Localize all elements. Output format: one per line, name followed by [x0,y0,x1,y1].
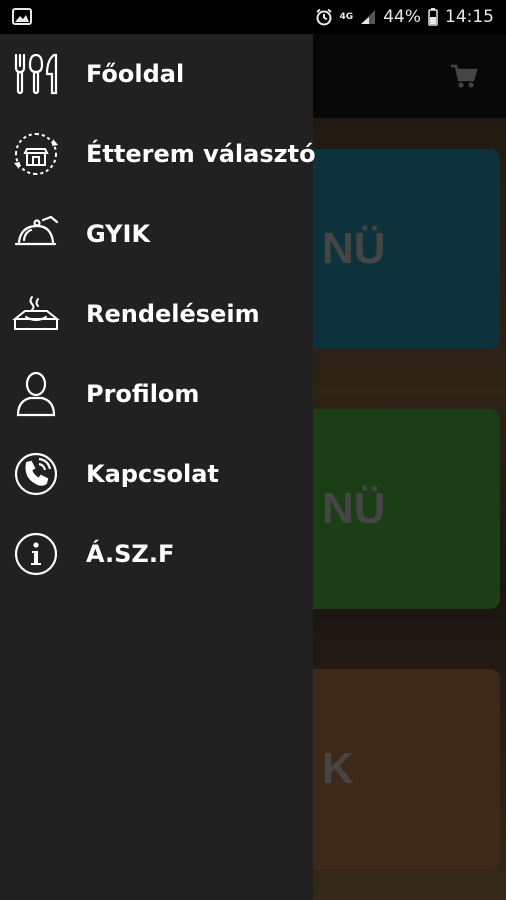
drawer-item-restaurant-select[interactable]: Étterem választó [0,114,316,194]
drawer-item-label: GYIK [86,220,151,248]
drawer-item-terms[interactable]: Á.SZ.F [0,514,313,594]
user-icon [12,370,60,418]
drawer-item-orders[interactable]: Rendeléseim [0,274,313,354]
drawer-item-label: Á.SZ.F [86,540,175,568]
clock: 14:15 [445,7,494,27]
network-type: 4G [339,11,354,22]
restaurant-select-icon [12,130,60,178]
drawer-item-label: Étterem választó [86,140,316,168]
navigation-drawer: Főoldal Étterem választó GYIK Rendelései… [0,34,316,900]
status-bar: 4G 44% 14:15 [0,0,506,34]
battery-icon [428,8,438,26]
drawer-item-faq[interactable]: GYIK [0,194,313,274]
alarm-icon [315,8,333,26]
drawer-item-label: Rendeléseim [86,300,260,328]
gallery-notification-icon [12,8,32,25]
battery-percent: 44% [383,7,421,27]
drawer-item-label: Főoldal [86,60,185,88]
drawer-item-home[interactable]: Főoldal [0,34,313,114]
cutlery-icon [12,50,60,98]
info-icon [12,530,60,578]
drawer-item-contact[interactable]: Kapcsolat [0,434,313,514]
food-box-icon [12,290,60,338]
signal-icon [360,9,376,25]
drawer-item-label: Kapcsolat [86,460,219,488]
drawer-item-label: Profilom [86,380,200,408]
phone-icon [12,450,60,498]
cloche-icon [12,210,60,258]
drawer-item-profile[interactable]: Profilom [0,354,313,434]
